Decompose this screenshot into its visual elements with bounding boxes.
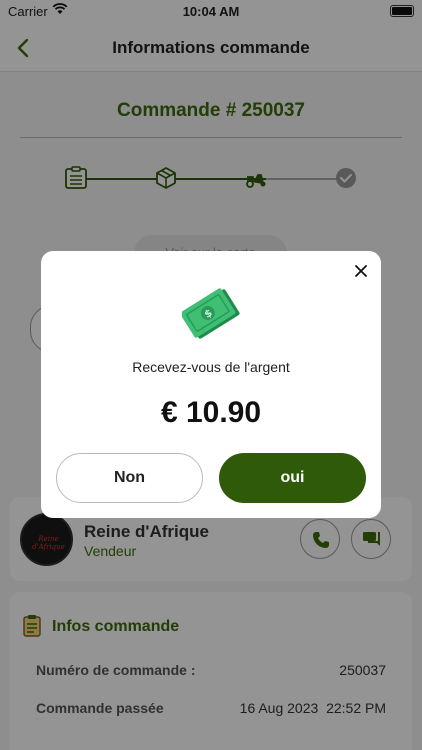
no-button[interactable]: Non: [56, 453, 203, 503]
yes-button[interactable]: oui: [219, 453, 366, 503]
payment-amount: € 10.90: [160, 396, 262, 429]
money-icon: $: [180, 285, 242, 348]
payment-confirm-dialog: $ Recevez-vous de l'argent € 10.90 Non o…: [41, 251, 381, 518]
close-icon[interactable]: [351, 261, 371, 281]
payment-question: Recevez-vous de l'argent: [132, 359, 290, 375]
